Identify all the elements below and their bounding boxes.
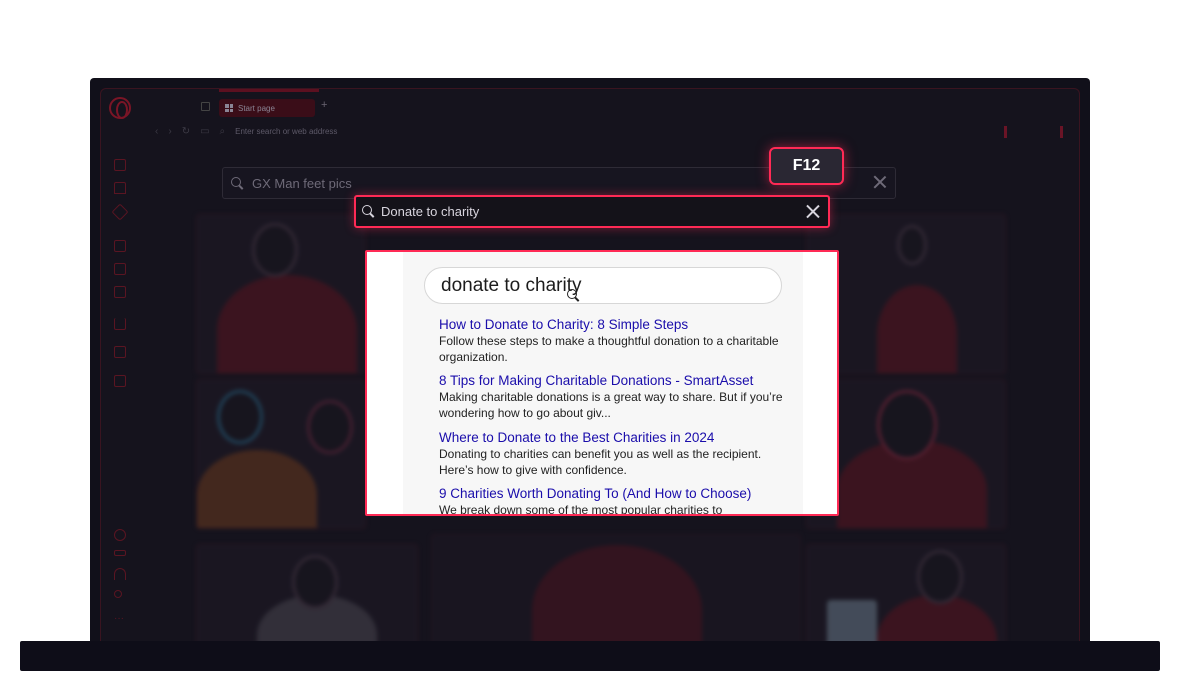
background-search-query: GX Man feet pics xyxy=(252,175,352,191)
toolbar-indicator xyxy=(1004,126,1007,138)
laptop-base xyxy=(20,641,1160,671)
speed-dial-icon xyxy=(225,104,233,112)
browser-window: ··· Start page + ‹ › ↻ ▭ ⌕ Enter search … xyxy=(100,88,1080,644)
toolbar-indicator xyxy=(1060,126,1063,138)
address-bar: ‹ › ↻ ▭ ⌕ Enter search or web address xyxy=(149,123,1069,139)
image-tile xyxy=(806,544,1006,644)
gamepad-icon[interactable] xyxy=(114,159,126,171)
sidebar: ··· xyxy=(101,89,139,644)
download-icon[interactable] xyxy=(114,318,126,330)
messenger-icon[interactable] xyxy=(114,286,126,298)
results-search-query: donate to charity xyxy=(441,274,582,296)
result-snippet: Follow these steps to make a thoughtful … xyxy=(439,334,779,364)
box-icon[interactable] xyxy=(114,346,126,358)
battery-icon[interactable] xyxy=(114,550,126,556)
results-content: donate to charity How to Donate to Chari… xyxy=(403,252,803,514)
wifi-icon[interactable] xyxy=(114,568,126,580)
more-icon[interactable]: ··· xyxy=(114,614,126,628)
home-icon[interactable] xyxy=(114,182,126,194)
stage: ··· Start page + ‹ › ↻ ▭ ⌕ Enter search … xyxy=(0,0,1180,682)
music-icon[interactable] xyxy=(114,590,122,598)
sidebar-toggle-icon[interactable] xyxy=(201,102,210,111)
search-result: How to Donate to Charity: 8 Simple Steps… xyxy=(439,316,789,365)
forward-icon[interactable]: › xyxy=(168,126,171,137)
keyboard-icon: ▭ xyxy=(200,125,210,137)
results-search-box[interactable]: donate to charity xyxy=(424,267,782,304)
chat-icon[interactable] xyxy=(114,263,126,275)
result-title-link[interactable]: 8 Tips for Making Charitable Donations -… xyxy=(439,372,789,389)
tab-label: Start page xyxy=(238,103,275,113)
tab-start-page[interactable]: Start page xyxy=(219,99,315,117)
search-result: Where to Donate to the Best Charities in… xyxy=(439,429,789,478)
settings-icon[interactable] xyxy=(114,529,126,541)
image-tile xyxy=(196,214,366,374)
shortcut-key-label: F12 xyxy=(792,157,821,174)
result-snippet: Making charitable donations is a great w… xyxy=(439,390,783,420)
close-icon[interactable] xyxy=(806,204,820,218)
address-input[interactable]: Enter search or web address xyxy=(235,127,337,136)
image-tile xyxy=(196,544,418,644)
reload-icon[interactable]: ↻ xyxy=(182,126,190,137)
back-icon[interactable]: ‹ xyxy=(155,126,158,137)
tab-accent xyxy=(219,89,319,92)
opera-logo-icon[interactable] xyxy=(109,97,131,119)
panic-search-bar[interactable]: Donate to charity xyxy=(354,195,830,228)
player-icon[interactable] xyxy=(114,375,126,387)
image-tile xyxy=(431,534,801,644)
result-title-link[interactable]: How to Donate to Charity: 8 Simple Steps xyxy=(439,316,789,333)
new-tab-button[interactable]: + xyxy=(321,99,327,111)
cake-icon[interactable] xyxy=(114,240,126,252)
search-result: 8 Tips for Making Charitable Donations -… xyxy=(439,372,789,421)
search-results-panel: donate to charity How to Donate to Chari… xyxy=(365,250,839,516)
laptop-screen: ··· Start page + ‹ › ↻ ▭ ⌕ Enter search … xyxy=(90,78,1090,644)
result-snippet: We break down some of the most popular c… xyxy=(439,503,723,516)
result-title-link[interactable]: Where to Donate to the Best Charities in… xyxy=(439,429,789,446)
tab-strip: Start page + xyxy=(149,89,1079,119)
shortcut-badge: F12 xyxy=(769,147,844,185)
send-icon[interactable] xyxy=(111,203,129,221)
search-icon xyxy=(231,176,244,190)
search-icon xyxy=(362,205,375,218)
panic-search-query: Donate to charity xyxy=(381,204,480,219)
search-icon: ⌕ xyxy=(219,125,226,137)
search-result: 9 Charities Worth Donating To (And How t… xyxy=(439,485,789,516)
result-title-link[interactable]: 9 Charities Worth Donating To (And How t… xyxy=(439,485,789,502)
image-tile xyxy=(196,379,366,529)
search-icon[interactable] xyxy=(567,289,580,302)
close-icon[interactable] xyxy=(873,175,887,189)
result-snippet: Donating to charities can benefit you as… xyxy=(439,447,762,477)
